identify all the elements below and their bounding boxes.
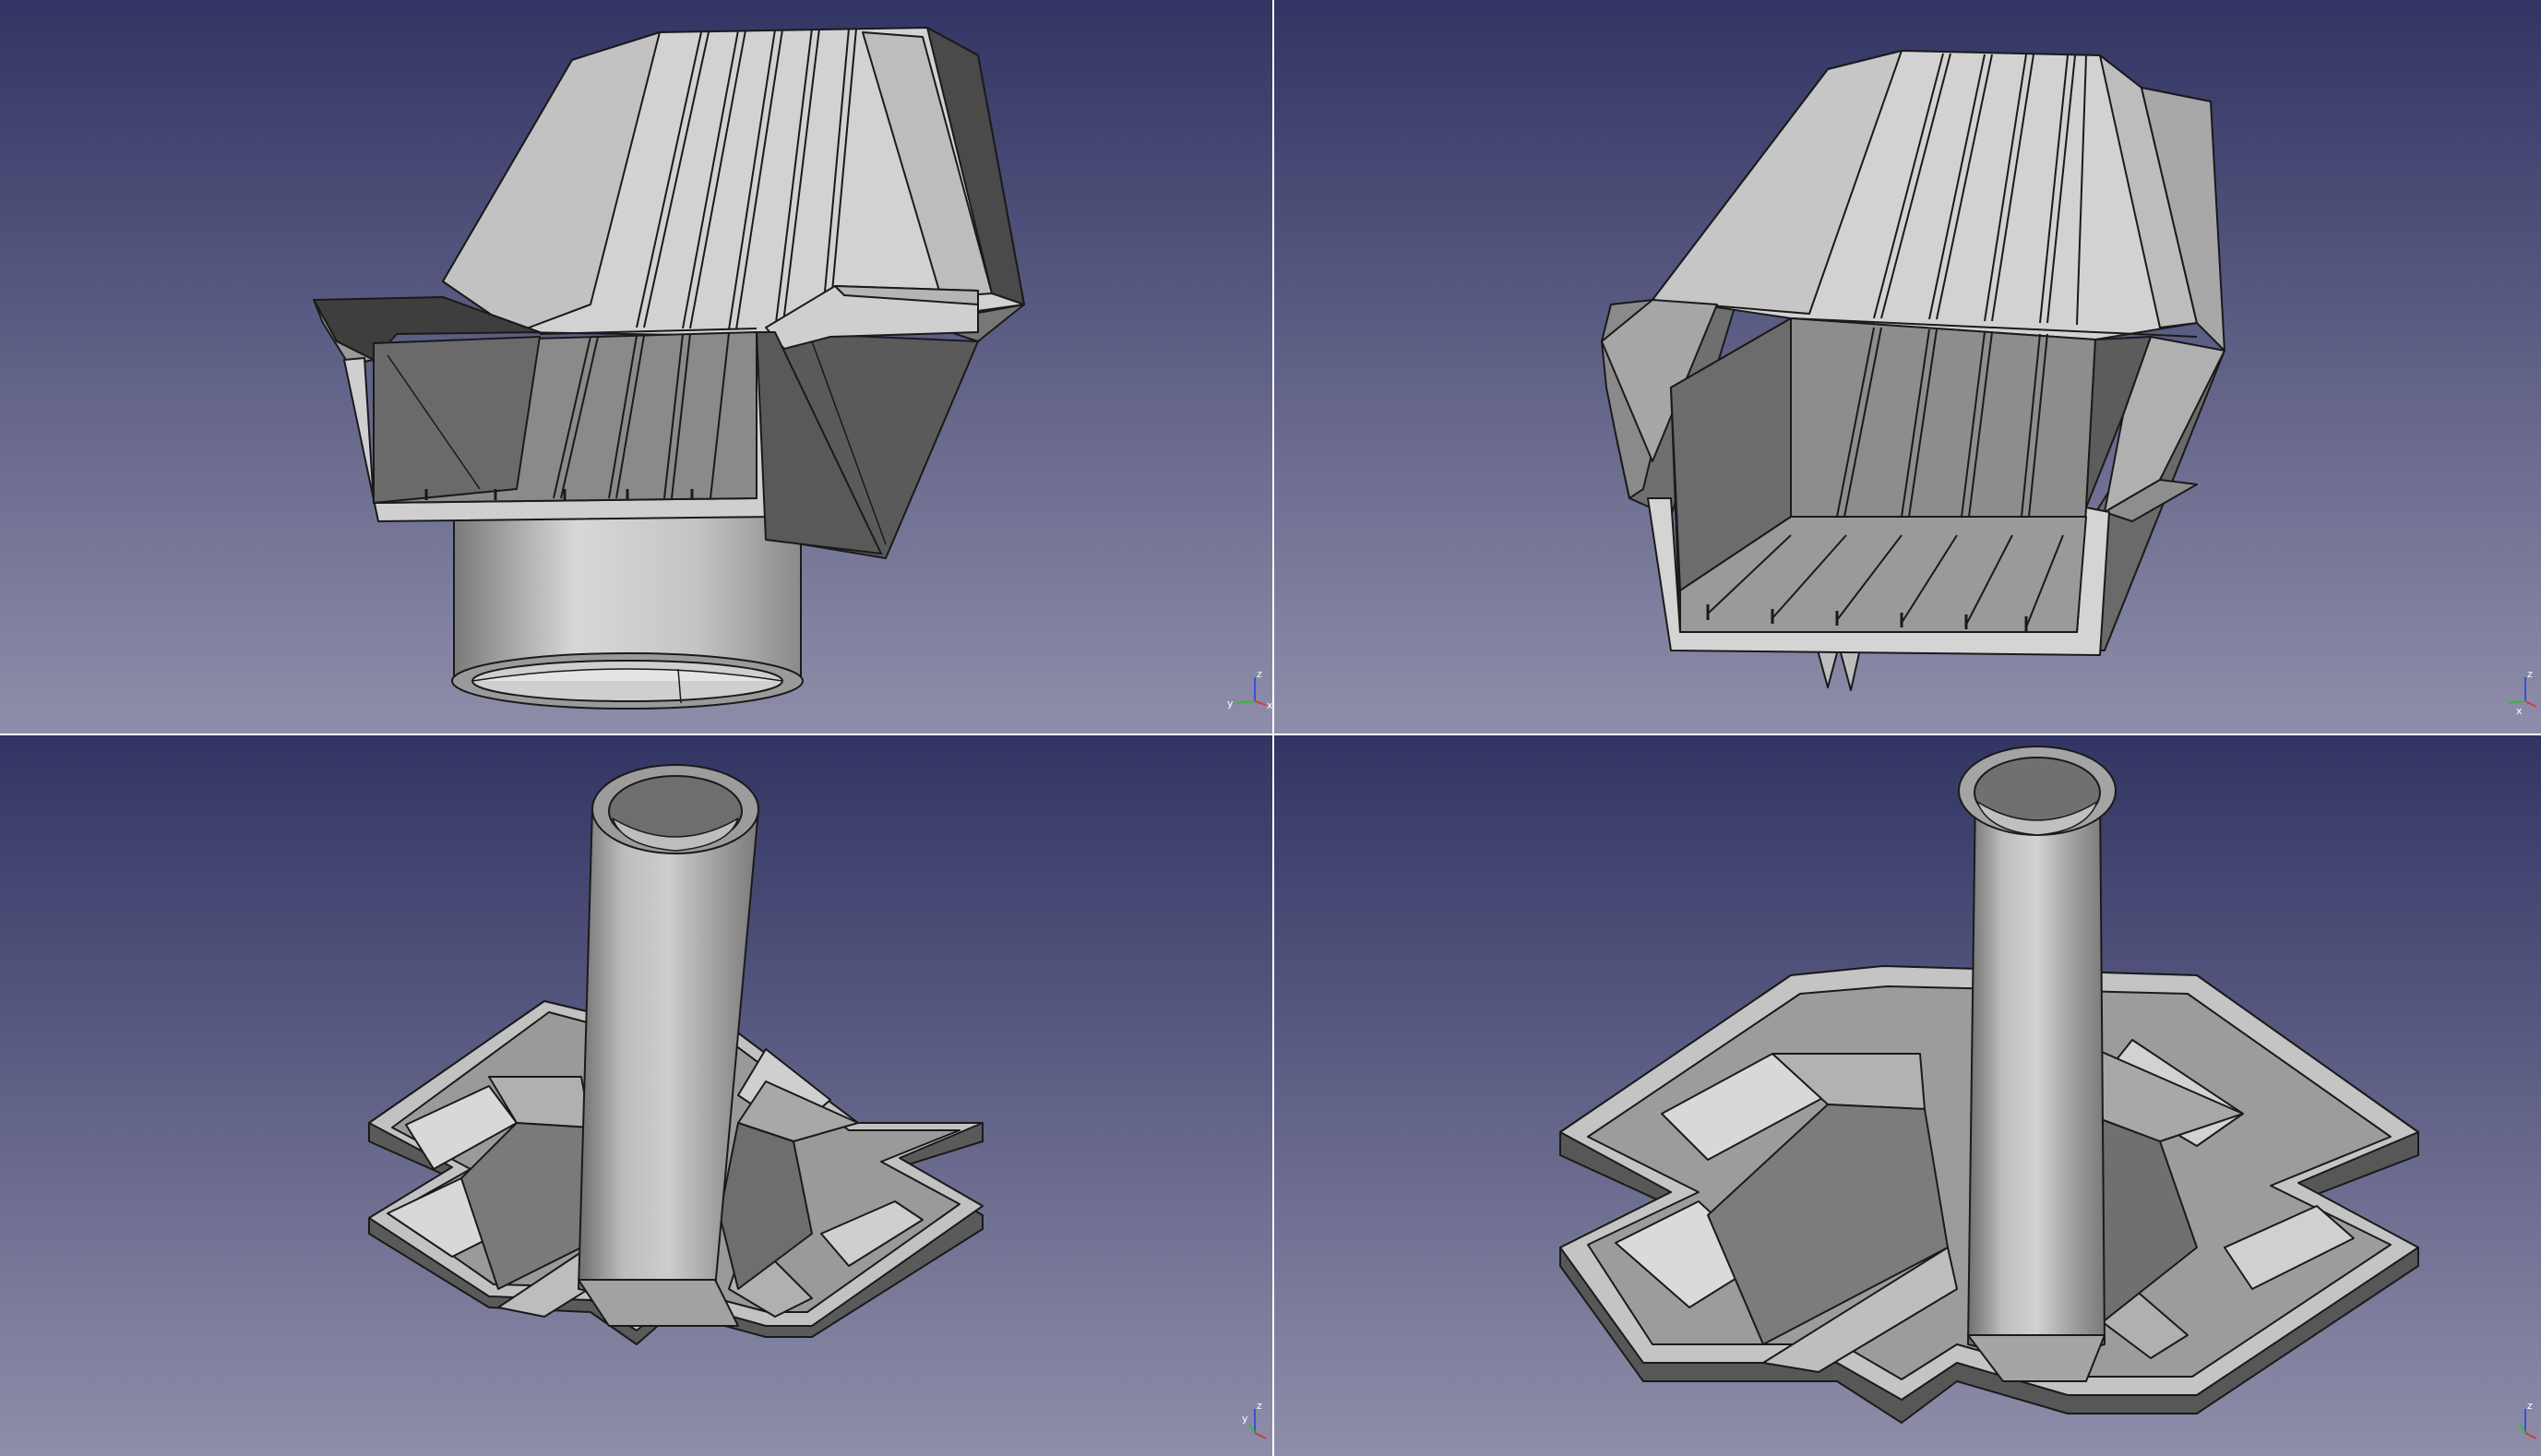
viewport-divider-horizontal[interactable]	[0, 734, 2541, 735]
viewport-top-left[interactable]: z y x	[0, 0, 1272, 734]
viewport-top-right[interactable]: z x	[1274, 0, 2541, 734]
viewport-bottom-left-canvas[interactable]: z y	[0, 735, 1272, 1456]
viewport-divider-vertical[interactable]	[1272, 0, 1274, 1456]
axis-y-label: y	[1242, 1413, 1248, 1425]
axis-y-label: y	[1227, 698, 1234, 710]
viewport-bottom-right[interactable]: z	[1274, 735, 2541, 1456]
viewport-bottom-left[interactable]: z y	[0, 735, 1272, 1456]
viewport-top-right-canvas[interactable]: z x	[1274, 0, 2541, 734]
viewport-top-left-canvas[interactable]: z y x	[0, 0, 1272, 734]
axis-x-label: x	[2516, 705, 2523, 717]
axis-z-label: z	[2527, 1400, 2533, 1412]
viewport-bottom-right-canvas[interactable]: z	[1274, 735, 2541, 1456]
axis-z-label: z	[2527, 668, 2533, 680]
axis-z-label: z	[1257, 668, 1262, 680]
axis-z-label: z	[1257, 1400, 1262, 1412]
quad-viewport-grid: z y x z x z y z	[0, 0, 2541, 1456]
